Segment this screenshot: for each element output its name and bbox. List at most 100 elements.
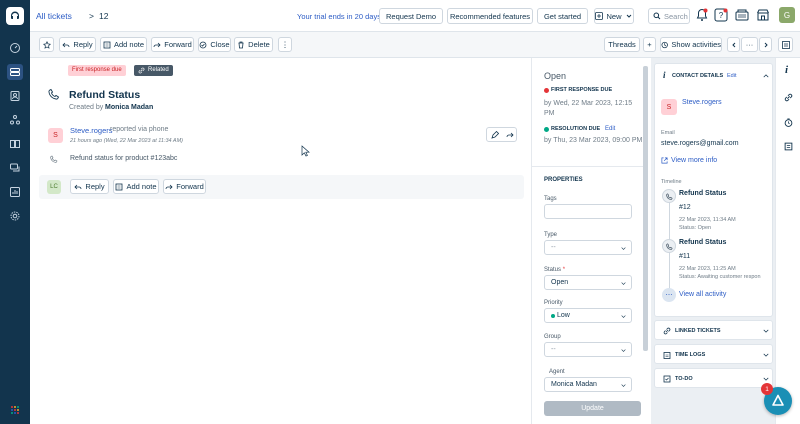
- timeline-item-date: 22 Mar 2023, 11:25 AM: [679, 266, 736, 272]
- star-button[interactable]: [39, 37, 54, 52]
- reply-bar-forward-button[interactable]: Forward: [163, 179, 206, 194]
- resolution-edit-link[interactable]: Edit: [605, 126, 615, 132]
- delete-label: Delete: [248, 40, 270, 49]
- next-ticket-button[interactable]: [759, 37, 772, 52]
- checklist-icon: [663, 375, 671, 383]
- requester-avatar: S: [48, 128, 63, 143]
- dashboard-icon[interactable]: [7, 40, 23, 56]
- update-button[interactable]: Update: [544, 401, 641, 416]
- reply-button[interactable]: Reply: [59, 37, 96, 52]
- layout-toggle-button[interactable]: [778, 37, 793, 52]
- search-button[interactable]: Search: [648, 8, 690, 24]
- add-note-button[interactable]: Add note: [100, 37, 147, 52]
- bell-icon[interactable]: [696, 8, 708, 22]
- note-icon: [103, 41, 111, 48]
- delete-button[interactable]: Delete: [234, 37, 273, 52]
- app-grid-icon[interactable]: [7, 402, 23, 418]
- first-response-dot-icon: [544, 88, 549, 93]
- email-label: Email: [661, 130, 675, 136]
- knowledge-base-icon[interactable]: [7, 136, 23, 152]
- layout-icon: [781, 40, 790, 49]
- linked-tickets-card[interactable]: LINKED TICKETS: [654, 320, 773, 340]
- forward-message-icon[interactable]: [506, 131, 514, 139]
- close-ticket-button[interactable]: Close: [198, 37, 231, 52]
- reply-bar-reply-button[interactable]: Reply: [70, 179, 109, 194]
- timeline-phone-icon: [662, 239, 676, 253]
- tags-input[interactable]: [544, 204, 632, 219]
- breadcrumb-all-tickets[interactable]: All tickets: [36, 11, 72, 21]
- related-badge[interactable]: Related: [134, 65, 173, 76]
- resolution-dot-icon: [544, 127, 549, 132]
- add-thread-button[interactable]: +: [643, 37, 656, 52]
- message-actions: [486, 127, 517, 142]
- trial-notice[interactable]: Your trial ends in 20 days: [297, 12, 381, 21]
- properties-scrollbar[interactable]: [643, 66, 648, 351]
- edit-icon[interactable]: [491, 131, 499, 139]
- checklist-icon[interactable]: [784, 142, 793, 151]
- recommended-features-button[interactable]: Recommended features: [447, 8, 533, 24]
- ticket-main: First response due Related Refund Status…: [30, 58, 531, 424]
- help-icon[interactable]: ?: [714, 8, 728, 22]
- reply-bar-add-note-button[interactable]: Add note: [113, 179, 159, 194]
- contacts-icon[interactable]: [7, 88, 23, 104]
- groups-icon[interactable]: [7, 112, 23, 128]
- message-body: Refund status for product #123abc: [70, 155, 178, 162]
- ticket-title: Refund Status: [69, 89, 141, 101]
- contact-edit-link[interactable]: Edit: [727, 73, 736, 79]
- tickets-icon[interactable]: [7, 64, 23, 80]
- previous-ticket-button[interactable]: [727, 37, 740, 52]
- priority-dot-icon: [551, 313, 555, 318]
- marketplace-icon[interactable]: [757, 9, 769, 21]
- threads-button[interactable]: Threads: [604, 37, 640, 52]
- view-more-info-link[interactable]: View more info: [671, 157, 717, 164]
- type-label: Type: [544, 232, 558, 238]
- chevron-down-icon: [763, 329, 769, 333]
- show-activities-button[interactable]: Show activities: [660, 37, 722, 52]
- chevron-up-icon[interactable]: [763, 73, 769, 79]
- requester-name[interactable]: Steve.rogers: [70, 126, 113, 135]
- link-icon: [138, 67, 145, 74]
- info-icon[interactable]: i: [785, 64, 788, 76]
- chevron-down-icon: [621, 348, 626, 352]
- recommended-features-label: Recommended features: [449, 11, 531, 21]
- type-select[interactable]: --: [544, 240, 632, 255]
- activity-icon: [661, 41, 668, 48]
- group-select[interactable]: --: [544, 342, 632, 357]
- contact-name[interactable]: Steve.rogers: [682, 99, 722, 106]
- timeline-item-title[interactable]: Refund Status: [679, 239, 726, 246]
- forums-icon[interactable]: [7, 160, 23, 176]
- get-started-label: Get started: [543, 11, 582, 21]
- freshdesk-logo-icon[interactable]: [6, 7, 24, 25]
- chevron-down-icon: [621, 314, 626, 318]
- timeline-item-title[interactable]: Refund Status: [679, 190, 726, 197]
- required-mark: *: [562, 267, 566, 273]
- admin-settings-icon[interactable]: [7, 208, 23, 224]
- agent-select[interactable]: Monica Madan: [544, 377, 632, 392]
- reports-icon[interactable]: [7, 184, 23, 200]
- view-all-activity-link[interactable]: View all activity: [679, 291, 726, 298]
- time-logs-card[interactable]: TIME LOGS: [654, 344, 773, 364]
- stopwatch-icon[interactable]: [784, 118, 793, 127]
- group-value: --: [551, 346, 556, 353]
- check-circle-icon: [200, 41, 207, 48]
- created-by-label: Created by: [69, 104, 104, 111]
- priority-select[interactable]: Low: [544, 308, 632, 323]
- todo-card[interactable]: TO-DO: [654, 368, 773, 388]
- assistant-icon: [772, 394, 784, 406]
- user-avatar[interactable]: G: [779, 7, 795, 23]
- get-started-button[interactable]: Get started: [537, 8, 588, 24]
- forward-button[interactable]: Forward: [151, 37, 194, 52]
- ticket-list-menu-button[interactable]: ···: [741, 37, 758, 52]
- contact-avatar: S: [661, 99, 677, 115]
- new-dropdown-button[interactable]: New: [594, 8, 634, 24]
- phone-widget-icon[interactable]: [735, 9, 749, 21]
- right-icon-rail: i: [775, 58, 800, 424]
- status-select[interactable]: Open: [544, 275, 632, 290]
- request-demo-button[interactable]: Request Demo: [379, 8, 443, 24]
- message-timestamp: 21 hours ago (Wed, 22 Mar 2023 at 11:34 …: [70, 138, 184, 144]
- first-response-label: FIRST RESPONSE DUE: [551, 87, 613, 93]
- reply-icon: [74, 184, 82, 189]
- link-icon[interactable]: [784, 93, 793, 102]
- more-actions-button[interactable]: ⋮: [278, 37, 292, 52]
- todo-heading: TO-DO: [675, 376, 693, 382]
